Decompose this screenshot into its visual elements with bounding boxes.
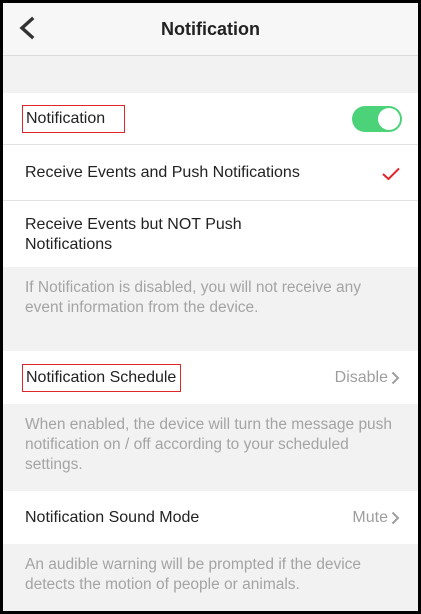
sound-mode-label: Notification Sound Mode	[25, 508, 200, 526]
notification-toggle-row[interactable]: Notification	[3, 93, 418, 145]
header-bar: Notification	[3, 3, 418, 56]
sound-value-text: Mute	[352, 508, 388, 526]
sound-description: An audible warning will be prompted if t…	[3, 544, 418, 606]
page-title: Notification	[161, 18, 260, 39]
sound-mode-value: Mute	[352, 509, 400, 527]
option-push-label: Receive Events and Push Notifications	[25, 163, 300, 181]
option-push-notifications[interactable]: Receive Events and Push Notifications	[3, 145, 418, 201]
schedule-value: Disable	[335, 369, 400, 387]
notification-label: Notification	[22, 104, 126, 133]
notification-toggle[interactable]	[352, 106, 402, 132]
option-no-push-label: Receive Events but NOT Push Notification…	[25, 215, 242, 255]
toggle-knob	[378, 108, 400, 130]
back-arrow-icon[interactable]	[17, 16, 41, 40]
chevron-right-icon	[391, 371, 400, 384]
schedule-label: Notification Schedule	[22, 363, 182, 392]
section-gap	[3, 56, 418, 93]
option-no-push-line1: Receive Events but NOT Push	[25, 216, 242, 233]
chevron-right-icon	[391, 511, 400, 524]
sound-mode-row[interactable]: Notification Sound Mode Mute	[3, 491, 418, 544]
option-no-push-line2: Notifications	[25, 236, 113, 253]
schedule-value-text: Disable	[334, 368, 388, 386]
option-no-push[interactable]: Receive Events but NOT Push Notification…	[3, 201, 418, 267]
checkmark-icon	[382, 167, 400, 181]
schedule-description: When enabled, the device will turn the m…	[3, 404, 418, 491]
notification-description: If Notification is disabled, you will no…	[3, 267, 418, 351]
screen: Notification Notification Receive Events…	[0, 0, 421, 614]
notification-schedule-row[interactable]: Notification Schedule Disable	[3, 351, 418, 404]
